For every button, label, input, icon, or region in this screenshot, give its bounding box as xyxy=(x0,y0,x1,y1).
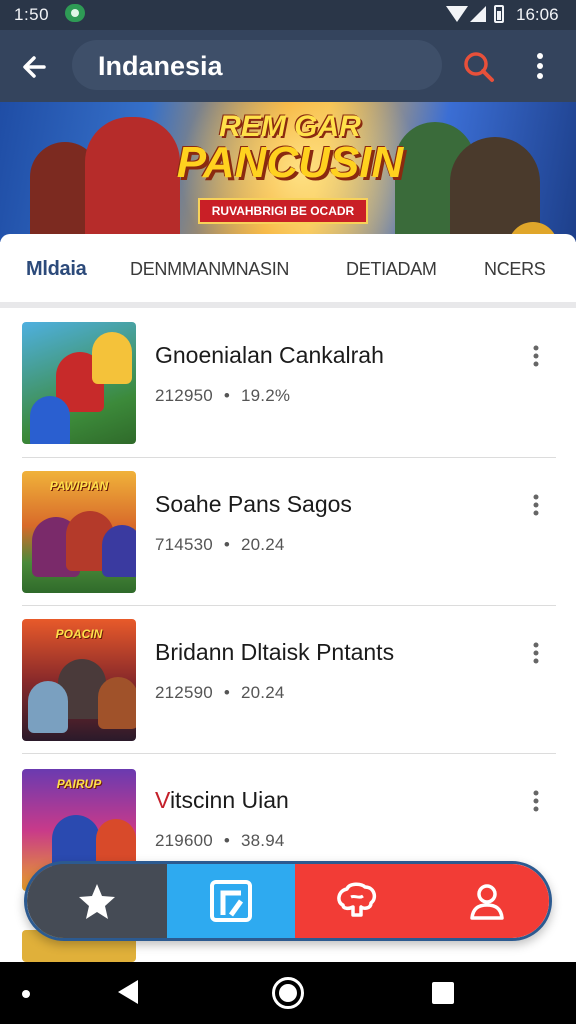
promo-banner[interactable]: REM GAR PANCUSIN RUVAHBRIGI BE OCADR xyxy=(0,102,576,242)
profile-icon xyxy=(470,884,504,920)
banner-ribbon: RUVAHBRIGI BE OCADR xyxy=(198,198,368,224)
app-thumbnail xyxy=(22,322,136,444)
list-item[interactable]: Gnoenialan Cankalrah 212950 • 19.2% xyxy=(0,308,576,458)
tab-detiadam[interactable]: DETIADAM xyxy=(346,234,437,304)
item-downloads: 212950 xyxy=(155,386,213,405)
bottom-navigation xyxy=(24,861,552,941)
search-icon xyxy=(464,52,494,82)
item-title: Bridann Dltaisk Pntants xyxy=(155,639,395,665)
system-recents-button[interactable] xyxy=(432,982,454,1004)
brain-icon xyxy=(337,882,377,917)
item-title: Soahe Pans Sagos xyxy=(155,491,352,517)
nav-item-favorites[interactable] xyxy=(27,864,167,938)
tab-denmmanmnasin[interactable]: DENMMANMNASIN xyxy=(130,234,289,304)
banner-title-line2: PANCUSIN xyxy=(176,138,404,187)
battery-icon xyxy=(494,5,504,23)
status-bar: 1:50 16:06 xyxy=(0,0,576,30)
item-rating: 38.94 xyxy=(240,831,285,850)
wifi-icon xyxy=(446,6,468,22)
status-time-right: 16:06 xyxy=(516,5,559,24)
item-meta: 212950 • 19.2% xyxy=(155,386,290,406)
tab-bar: Mldaia DENMMANMNASIN DETIADAM NCERS xyxy=(0,234,576,308)
item-rating: 19.2% xyxy=(240,386,291,405)
thumb-title: PAWIPIAN xyxy=(49,479,109,493)
app-thumbnail: POACIN xyxy=(22,619,136,741)
item-meta: 219600 • 38.94 xyxy=(155,831,285,851)
more-vert-icon xyxy=(533,642,539,664)
back-button[interactable] xyxy=(14,46,56,88)
thumb-title: PAIRUP xyxy=(56,777,102,791)
meta-separator: • xyxy=(223,831,231,850)
back-arrow-icon xyxy=(23,56,46,78)
eye-icon xyxy=(65,4,85,22)
star-icon xyxy=(79,884,115,919)
list-item[interactable]: PAWIPIAN Soahe Pans Sagos 714530 • 20.24 xyxy=(0,457,576,606)
item-more-button[interactable] xyxy=(524,342,548,372)
dot-icon xyxy=(22,990,30,998)
item-rating: 20.24 xyxy=(240,683,285,702)
item-more-button[interactable] xyxy=(524,787,548,817)
nav-item-apps[interactable] xyxy=(167,864,295,938)
item-downloads: 212590 xyxy=(155,683,213,702)
meta-separator: • xyxy=(223,535,231,554)
item-downloads: 219600 xyxy=(155,831,213,850)
item-meta: 714530 • 20.24 xyxy=(155,535,285,555)
item-rating: 20.24 xyxy=(240,535,285,554)
signal-icon xyxy=(470,6,486,22)
page-title: Indanesia xyxy=(98,51,223,81)
item-more-button[interactable] xyxy=(524,491,548,521)
search-button[interactable] xyxy=(458,46,500,88)
app-tile-icon xyxy=(210,880,252,922)
system-home-button[interactable] xyxy=(272,977,304,1009)
tab-ncers[interactable]: NCERS xyxy=(484,234,546,304)
banner-character xyxy=(85,117,180,242)
app-bar: Indanesia xyxy=(0,30,576,102)
thumb-title: POACIN xyxy=(55,627,103,641)
app-thumbnail: PAWIPIAN xyxy=(22,471,136,593)
nav-item-profile[interactable] xyxy=(419,864,549,938)
meta-separator: • xyxy=(223,386,231,405)
item-downloads: 714530 xyxy=(155,535,213,554)
more-vert-icon xyxy=(533,494,539,516)
item-meta: 212590 • 20.24 xyxy=(155,683,285,703)
meta-separator: • xyxy=(223,683,231,702)
search-field[interactable]: Indanesia xyxy=(72,40,442,90)
more-vert-icon xyxy=(533,345,539,367)
item-title-first-letter: V xyxy=(155,787,170,813)
item-title: Vitscinn Uian xyxy=(155,787,289,814)
more-vert-icon xyxy=(537,53,543,79)
item-more-button[interactable] xyxy=(524,639,548,669)
more-options-button[interactable] xyxy=(526,46,554,88)
more-vert-icon xyxy=(533,790,539,812)
tab-mldaia[interactable]: Mldaia xyxy=(26,234,87,304)
list-item[interactable]: POACIN Bridann Dltaisk Pntants 212590 • … xyxy=(0,605,576,754)
system-navigation-bar xyxy=(0,962,576,1024)
status-time-left: 1:50 xyxy=(14,5,50,24)
nav-item-games[interactable] xyxy=(295,864,419,938)
item-title-rest: itscinn Uian xyxy=(169,787,289,813)
item-title: Gnoenialan Cankalrah xyxy=(155,342,384,368)
system-back-button[interactable] xyxy=(118,980,138,1004)
